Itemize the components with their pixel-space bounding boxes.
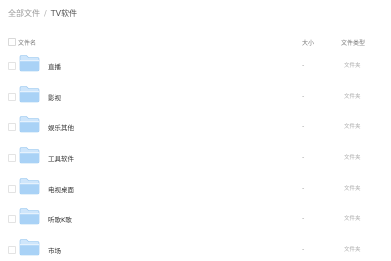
- file-size: -: [302, 153, 305, 162]
- file-name[interactable]: 直播: [48, 61, 61, 71]
- file-size: -: [302, 245, 305, 254]
- breadcrumb: 全部文件 / TV软件: [8, 9, 77, 19]
- file-list: 直播 - 文件夹 影视 - 文件夹 娱乐其他 - 文件夹 工具软件 - 文件夹 …: [0, 51, 391, 261]
- file-type: 文件夹: [344, 247, 361, 254]
- folder-icon: [19, 239, 40, 256]
- file-size: -: [302, 91, 305, 100]
- table-header: 文件名 大小 文件类型: [0, 35, 391, 49]
- folder-icon: [19, 177, 40, 195]
- row-checkbox[interactable]: [8, 184, 16, 193]
- folder-icon: [19, 208, 40, 225]
- row-checkbox[interactable]: [8, 123, 16, 132]
- table-row[interactable]: 电视桌面 - 文件夹: [0, 174, 391, 205]
- breadcrumb-current: TV软件: [50, 9, 78, 18]
- breadcrumb-separator: /: [44, 9, 47, 18]
- table-row[interactable]: 直播 - 文件夹: [0, 51, 391, 82]
- row-checkbox[interactable]: [8, 215, 16, 224]
- table-row[interactable]: 影视 - 文件夹: [0, 82, 391, 113]
- file-name[interactable]: 娱乐其他: [48, 122, 74, 132]
- row-checkbox[interactable]: [8, 154, 16, 163]
- select-all-checkbox[interactable]: [8, 38, 16, 46]
- folder-icon: [19, 147, 40, 164]
- file-type: 文件夹: [344, 185, 361, 192]
- table-row[interactable]: 娱乐其他 - 文件夹: [0, 112, 391, 143]
- file-name[interactable]: 听歌K歌: [48, 214, 72, 224]
- table-row[interactable]: 听歌K歌 - 文件夹: [0, 204, 391, 235]
- file-type: 文件夹: [344, 63, 361, 69]
- file-type: 文件夹: [344, 155, 361, 162]
- file-size: -: [302, 122, 305, 131]
- file-name[interactable]: 影视: [48, 92, 61, 102]
- row-checkbox[interactable]: [8, 246, 16, 255]
- folder-icon: [19, 116, 40, 133]
- column-header-size[interactable]: 大小: [302, 38, 314, 47]
- row-checkbox[interactable]: [8, 92, 16, 101]
- file-name[interactable]: 电视桌面: [48, 184, 74, 194]
- file-type: 文件夹: [344, 93, 361, 100]
- file-size: -: [302, 214, 305, 223]
- row-checkbox[interactable]: [8, 62, 16, 70]
- table-row[interactable]: 市场 - 文件夹: [0, 235, 391, 261]
- breadcrumb-root-link[interactable]: 全部文件: [8, 9, 40, 18]
- file-type: 文件夹: [344, 124, 361, 131]
- file-name[interactable]: 工具软件: [48, 153, 74, 163]
- file-browser: 全部文件 / TV软件 文件名 大小 文件类型 直播 - 文件夹 影视 - 文件…: [0, 0, 391, 261]
- file-name[interactable]: 市场: [48, 245, 61, 255]
- column-header-name[interactable]: 文件名: [18, 38, 36, 47]
- table-row[interactable]: 工具软件 - 文件夹: [0, 143, 391, 174]
- file-size: -: [302, 61, 305, 69]
- folder-icon: [19, 55, 40, 72]
- file-type: 文件夹: [344, 216, 361, 223]
- folder-icon: [19, 85, 40, 102]
- column-header-type[interactable]: 文件类型: [341, 38, 365, 47]
- file-size: -: [302, 183, 305, 192]
